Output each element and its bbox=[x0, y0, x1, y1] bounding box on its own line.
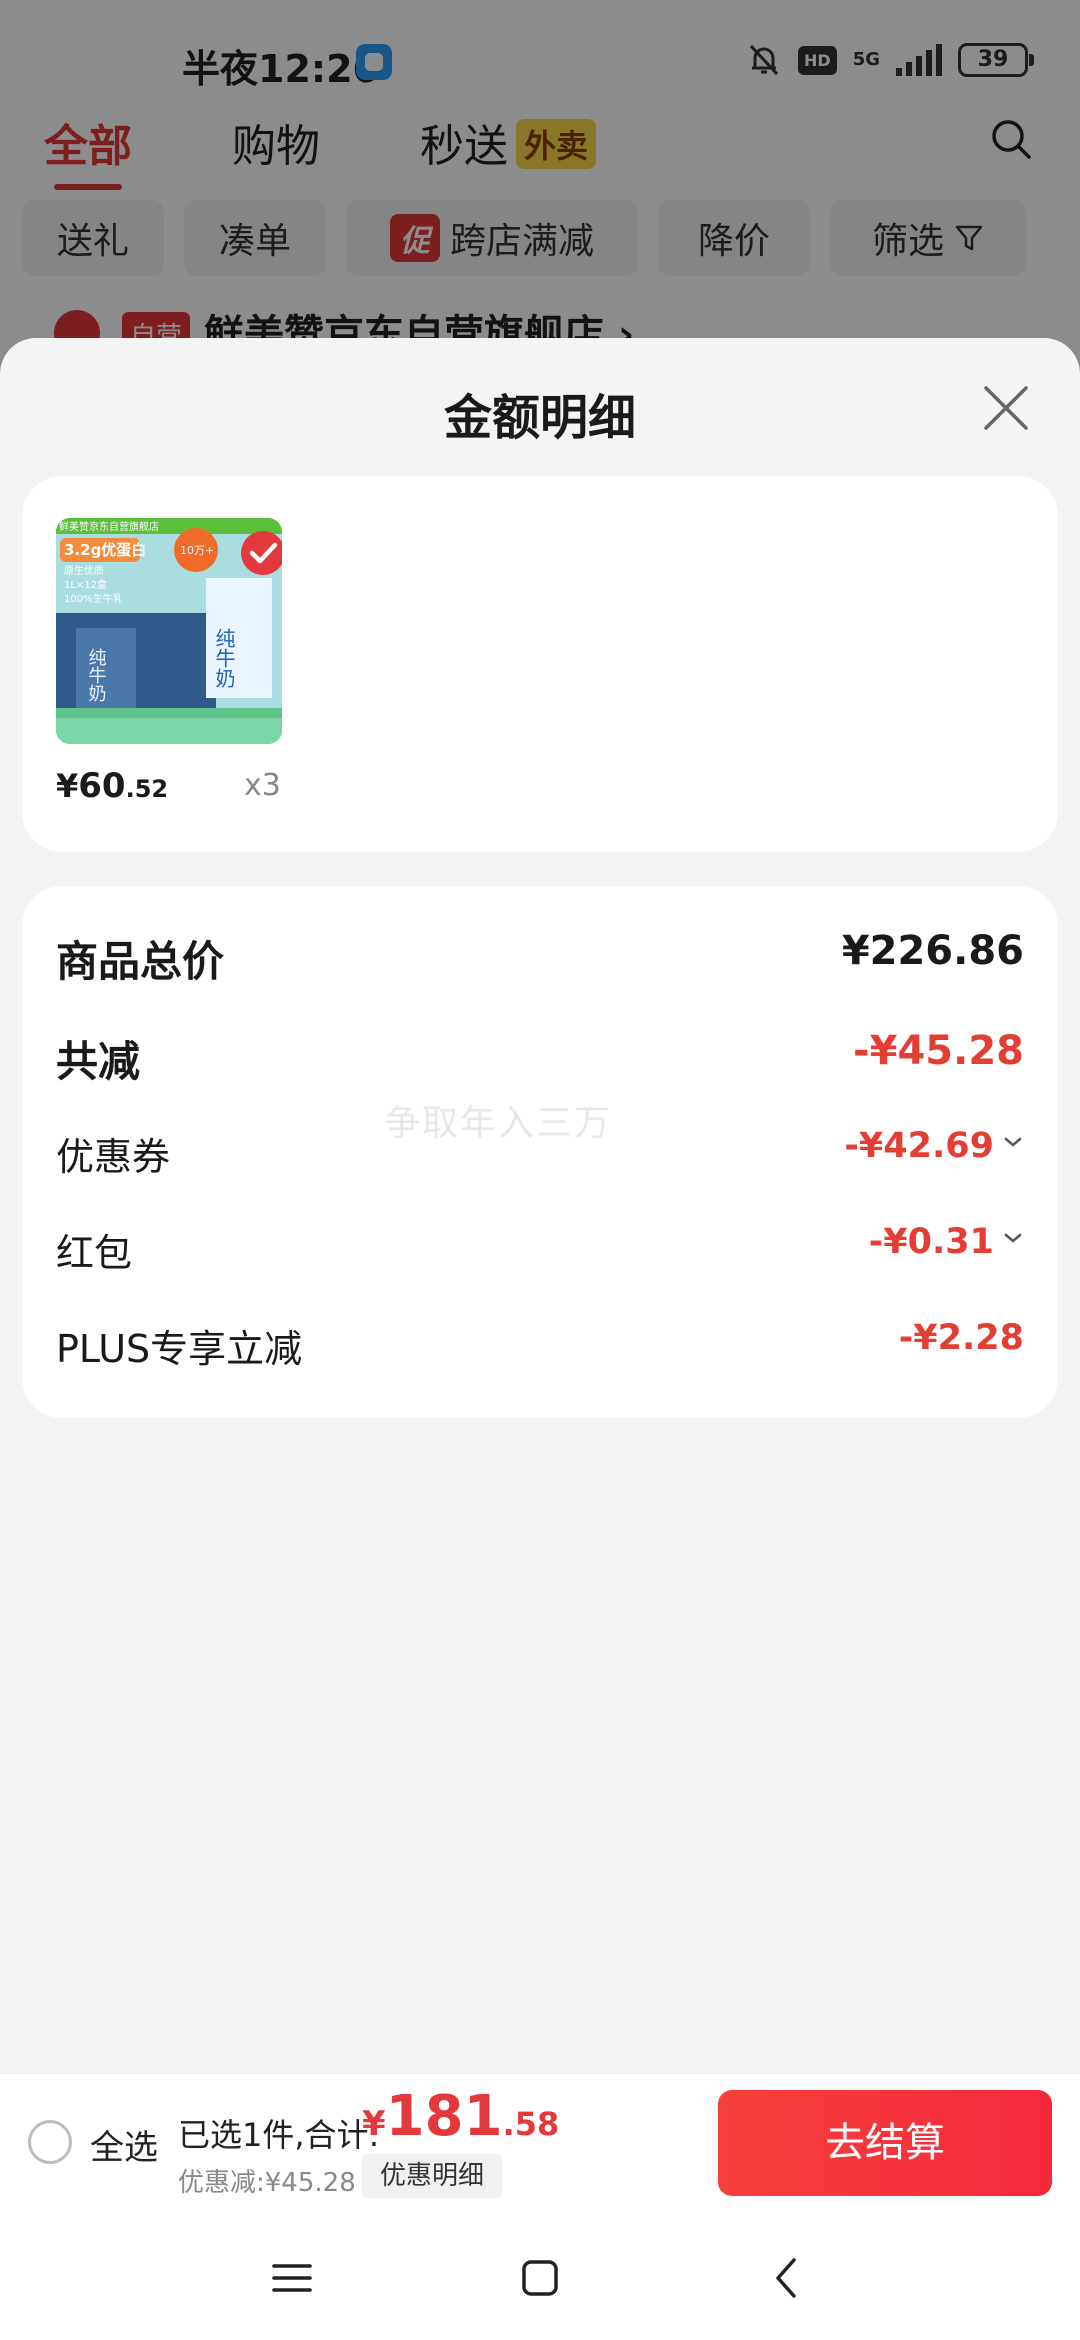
product-card: 鲜美赞京东自营旗舰店 3.2g优蛋白 原生优质 1L×12盒 100%生牛乳 1… bbox=[22, 476, 1058, 852]
product-price: ¥60.52 bbox=[56, 766, 168, 806]
red-packet-label: 红包 bbox=[56, 1231, 133, 1275]
red-packet-value: -¥0.31 bbox=[868, 1222, 994, 1262]
product-quantity: x3 bbox=[244, 768, 281, 803]
menu-icon[interactable] bbox=[262, 2248, 322, 2308]
product-price-integer: 60 bbox=[78, 766, 126, 806]
selected-summary: 已选1件,合计: bbox=[178, 2116, 380, 2154]
row-goods-total: 商品总价 ¥226.86 bbox=[56, 928, 1024, 988]
chevron-down-icon[interactable] bbox=[1002, 1131, 1024, 1153]
product-image[interactable]: 鲜美赞京东自营旗舰店 3.2g优蛋白 原生优质 1L×12盒 100%生牛乳 1… bbox=[56, 518, 282, 744]
screen: 半夜12:26 HD 5G 39 全部 购物 秒送 外卖 送礼 凑单 促 跨店满… bbox=[0, 0, 1080, 2340]
red-packet-value-wrap: -¥0.31 bbox=[869, 1222, 1024, 1262]
thumb-milk-text: 100%生牛乳 bbox=[64, 592, 123, 605]
total-price-currency: ¥ bbox=[362, 2104, 386, 2144]
home-icon[interactable] bbox=[510, 2248, 570, 2308]
select-all-label[interactable]: 全选 bbox=[90, 2120, 158, 2169]
total-price: ¥181.58 bbox=[362, 2084, 559, 2149]
row-total-discount: 共减 -¥45.28 bbox=[56, 1028, 1024, 1088]
coupon-value-wrap: -¥42.69 bbox=[844, 1126, 1024, 1166]
thumb-pack-text-side: 纯牛奶 bbox=[212, 628, 236, 688]
checkout-button[interactable]: 去结算 bbox=[718, 2090, 1052, 2196]
total-discount-value: -¥45.28 bbox=[853, 1028, 1024, 1074]
thumb-protein-text: 3.2g优蛋白 bbox=[64, 541, 146, 559]
thumb-pack-text-front: 纯牛奶 bbox=[86, 648, 107, 702]
close-icon[interactable] bbox=[976, 378, 1036, 438]
goods-total-label: 商品总价 bbox=[56, 937, 225, 986]
thumb-spec-text: 1L×12盒 bbox=[64, 578, 107, 591]
thumb-sub-text: 原生优质 bbox=[64, 564, 104, 577]
plus-discount-value: -¥2.28 bbox=[898, 1318, 1024, 1358]
total-price-decimal: .58 bbox=[502, 2105, 560, 2143]
checkout-bar: 全选 已选1件,合计: ¥181.58 优惠减:¥45.28 优惠明细 去结算 bbox=[0, 2073, 1080, 2208]
discount-detail-button[interactable]: 优惠明细 bbox=[362, 2154, 503, 2198]
coupon-label: 优惠券 bbox=[56, 1135, 171, 1179]
amount-detail-sheet: 金额明细 鲜美赞京东自营旗舰店 3.2g优蛋白 原生优质 1L×12盒 100%… bbox=[0, 338, 1080, 2073]
coupon-value: -¥42.69 bbox=[844, 1126, 994, 1166]
discount-summary: 优惠减:¥45.28 bbox=[178, 2168, 356, 2198]
plus-discount-label: PLUS专享立减 bbox=[56, 1327, 303, 1371]
watermark-text: 争取年入三万 bbox=[384, 1103, 613, 1144]
chevron-down-icon[interactable] bbox=[1002, 1227, 1024, 1249]
product-price-decimal: .52 bbox=[125, 775, 169, 803]
goods-total-value: ¥226.86 bbox=[841, 928, 1024, 974]
sheet-title: 金额明细 bbox=[443, 390, 636, 446]
system-nav-bar bbox=[0, 2208, 1080, 2340]
thumb-store-text: 鲜美赞京东自营旗舰店 bbox=[59, 520, 159, 533]
select-all-radio[interactable] bbox=[28, 2120, 72, 2164]
amount-breakdown-card: 商品总价 ¥226.86 共减 -¥45.28 优惠券 -¥42.69 红包 -… bbox=[22, 886, 1058, 1418]
product-price-currency: ¥ bbox=[56, 767, 79, 805]
back-icon[interactable] bbox=[758, 2248, 818, 2308]
total-discount-label: 共减 bbox=[56, 1037, 141, 1086]
row-plus-discount: PLUS专享立减 -¥2.28 bbox=[56, 1318, 1024, 1378]
selected-check-icon bbox=[241, 531, 282, 575]
thumb-sales-text: 10万+ bbox=[180, 544, 214, 557]
total-price-integer: 181 bbox=[385, 2084, 503, 2149]
row-red-packet[interactable]: 红包 -¥0.31 bbox=[56, 1222, 1024, 1282]
